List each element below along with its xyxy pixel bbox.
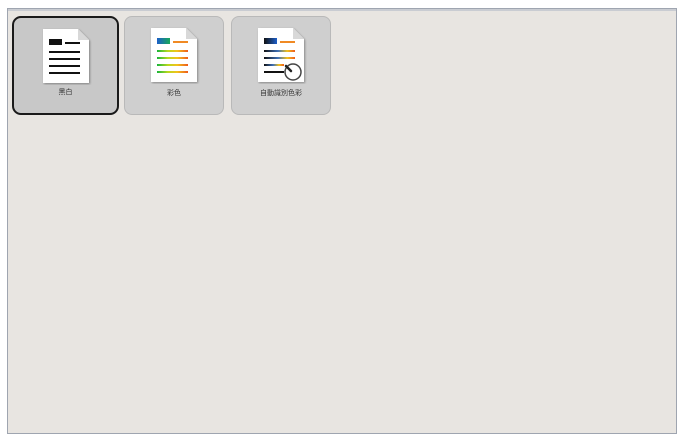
document-bw-icon [42,29,89,83]
mode-button-color[interactable]: 彩色 [124,16,224,115]
panel-top-border [8,9,676,11]
mode-label-color: 彩色 [167,89,181,97]
mode-button-auto-color[interactable]: 自動識別色彩 [231,16,331,115]
document-color-icon [151,28,197,82]
document-auto-color-icon [258,28,304,82]
mode-label-auto-color: 自動識別色彩 [260,89,302,97]
mode-label-black-white: 黑白 [58,88,73,96]
color-mode-panel: 黑白 彩色 自動識別色彩 [7,8,677,434]
mode-button-black-white[interactable]: 黑白 [12,16,119,115]
